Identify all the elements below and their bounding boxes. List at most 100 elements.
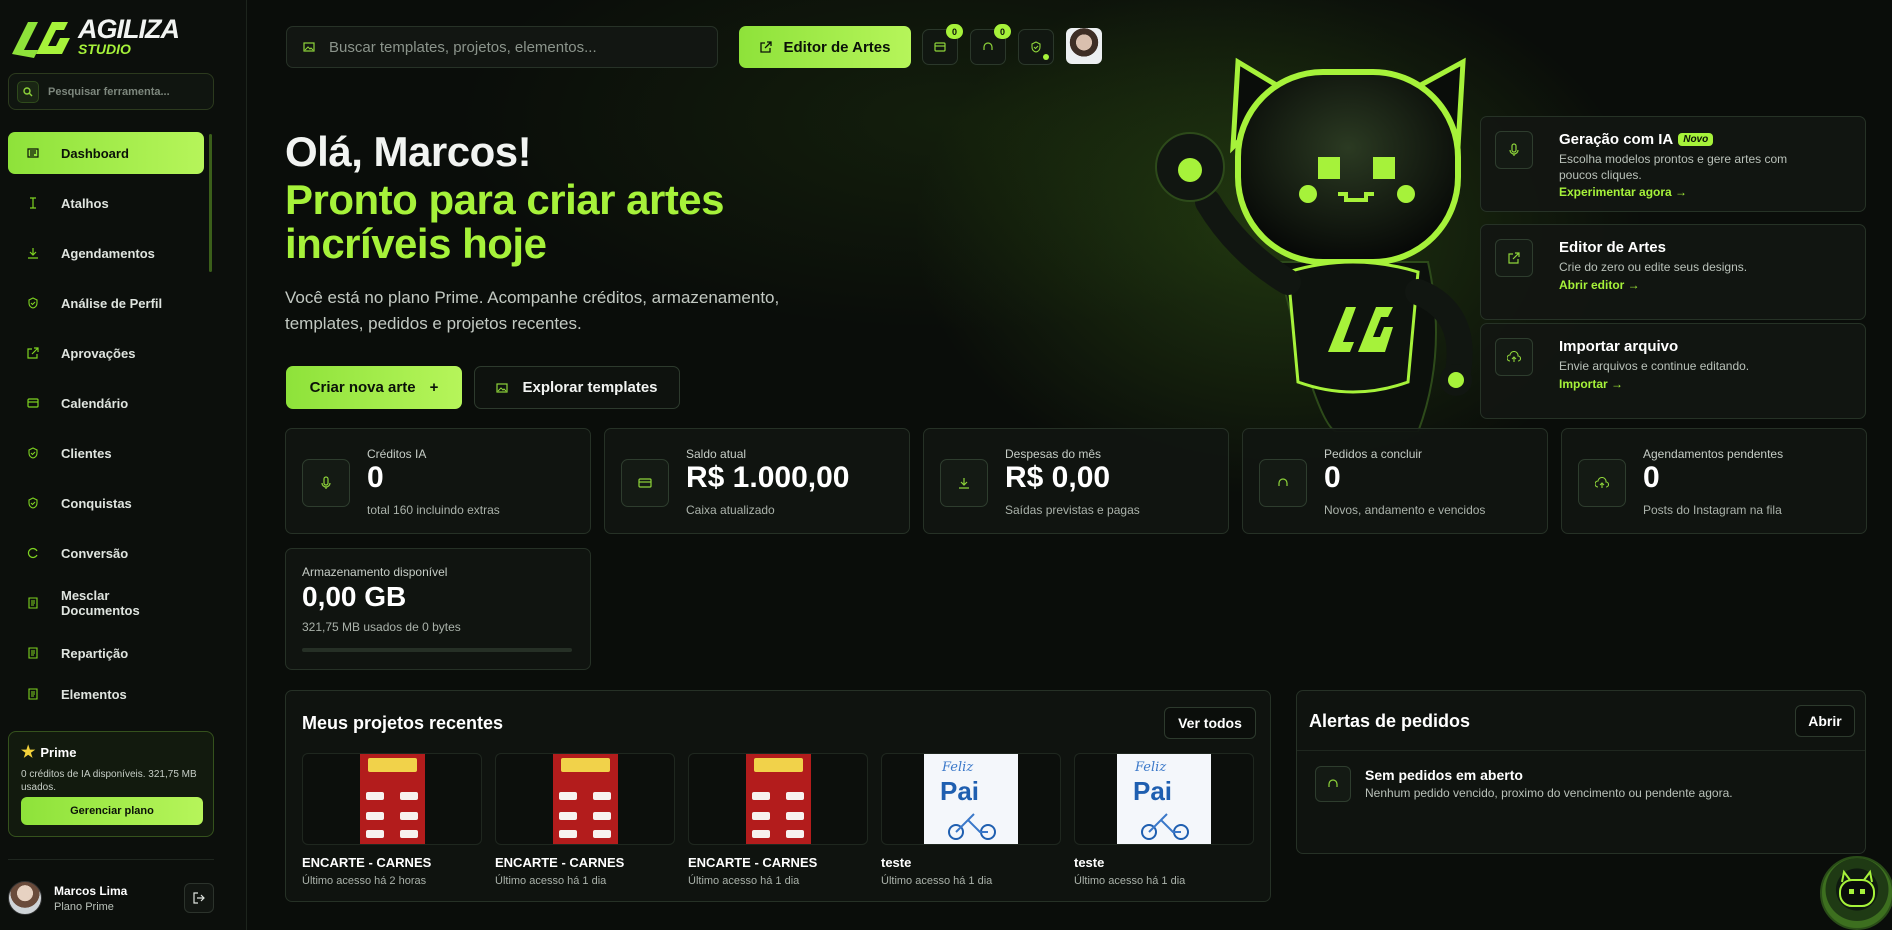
plan-card: ★ Prime 0 créditos de IA disponíveis. 321… <box>8 731 214 837</box>
project-thumbnail: Feliz Pai <box>881 753 1061 845</box>
stat-card-schedules: Agendamentos pendentes 0 Posts do Instag… <box>1561 428 1867 534</box>
stat-value: 0 <box>1324 461 1341 494</box>
wallet-button[interactable]: 0 <box>922 24 963 65</box>
upload-cloud-icon <box>1495 338 1533 376</box>
microphone-icon <box>302 459 350 507</box>
project-name: ENCARTE - CARNES <box>688 855 818 870</box>
sidebar-item-reparticao[interactable]: Repartição <box>8 632 204 674</box>
quick-action-title: Importar arquivo <box>1559 338 1679 355</box>
fathers-day-thumbnail: Feliz Pai <box>924 754 1018 844</box>
meat-flyer-thumbnail <box>553 754 618 844</box>
microphone-icon <box>1495 131 1533 169</box>
explore-templates-label: Explorar templates <box>522 379 658 396</box>
hero-subtitle: Você está no plano Prime. Acompanhe créd… <box>285 288 780 333</box>
sidebar-search-input[interactable]: Pesquisar ferramenta... <box>8 73 214 110</box>
sidebar-item-label: Agendamentos <box>61 245 155 261</box>
manage-plan-button[interactable]: Gerenciar plano <box>21 797 203 825</box>
stat-subtext: total 160 incluindo extras <box>367 503 500 517</box>
avatar <box>8 881 42 915</box>
stat-subtext: Saídas previstas e pagas <box>1005 503 1140 517</box>
card-icon <box>621 459 669 507</box>
sidebar-item-dashboard[interactable]: Dashboard <box>8 132 204 174</box>
sidebar-item-conquistas[interactable]: Conquistas <box>8 482 204 524</box>
quick-action-title: Editor de Artes <box>1559 239 1666 256</box>
sidebar-item-analise-perfil[interactable]: Análise de Perfil <box>8 282 204 324</box>
new-badge: Novo <box>1678 133 1714 146</box>
card-icon <box>934 41 946 53</box>
user-plan: Plano Prime <box>54 900 114 913</box>
brand-logo[interactable]: AGILIZA STUDIO <box>8 14 180 58</box>
open-editor-link[interactable]: Abrir editor → <box>1559 278 1640 292</box>
project-card[interactable]: Feliz Pai teste Último acesso há 1 dia <box>881 753 1061 887</box>
project-last-access: Último acesso há 1 dia <box>1074 875 1186 887</box>
headset-icon <box>1259 459 1307 507</box>
project-card[interactable]: ENCARTE - CARNES Último acesso há 1 dia <box>495 753 675 887</box>
editor-de-artes-button[interactable]: Editor de Artes <box>739 26 911 68</box>
project-name: ENCARTE - CARNES <box>302 855 432 870</box>
project-name: teste <box>1074 855 1105 870</box>
download-icon <box>940 459 988 507</box>
external-link-icon <box>25 345 41 361</box>
stat-card-balance: Saldo atual R$ 1.000,00 Caixa atualizado <box>604 428 910 534</box>
document-icon <box>25 595 41 611</box>
sidebar-item-label: Clientes <box>61 445 112 461</box>
plan-description: 0 créditos de IA disponíveis. 321,75 MB … <box>21 769 197 793</box>
global-search-input[interactable]: Buscar templates, projetos, elementos... <box>286 26 718 68</box>
project-card[interactable]: Feliz Pai teste Último acesso há 1 dia <box>1074 753 1254 887</box>
sidebar-item-clientes[interactable]: Clientes <box>8 432 204 474</box>
user-profile[interactable]: Marcos Lima Plano Prime <box>8 878 214 918</box>
project-thumbnail <box>688 753 868 845</box>
explore-templates-button[interactable]: Explorar templates <box>474 366 680 409</box>
sidebar-item-label: Conversão <box>61 545 129 561</box>
stat-label: Créditos IA <box>367 447 427 461</box>
stat-value: R$ 0,00 <box>1005 461 1111 494</box>
project-last-access: Último acesso há 1 dia <box>688 875 800 887</box>
quick-action-description: Crie do zero ou edite seus designs. <box>1559 260 1748 274</box>
sidebar-item-conversao[interactable]: Conversão <box>8 532 204 574</box>
try-now-link[interactable]: Experimentar agora → <box>1559 185 1687 199</box>
stat-subtext: Novos, andamento e vencidos <box>1324 503 1486 517</box>
sidebar-item-label: Repartição <box>61 645 129 661</box>
security-button[interactable] <box>1018 29 1054 65</box>
shield-icon <box>1030 41 1042 53</box>
project-card[interactable]: ENCARTE - CARNES Último acesso há 2 hora… <box>302 753 482 887</box>
sidebar-item-mesclar-documentos[interactable]: Mesclar Documentos <box>8 582 204 624</box>
sidebar-item-label: Conquistas <box>61 495 132 511</box>
user-name: Marcos Lima <box>54 883 128 898</box>
chatbot-launcher-button[interactable] <box>1820 856 1892 930</box>
create-art-label: Criar nova arte <box>309 379 416 396</box>
sidebar-item-atalhos[interactable]: Atalhos <box>8 182 204 224</box>
quick-action-import[interactable]: Importar arquivo Envie arquivos e contin… <box>1480 323 1866 419</box>
quick-action-editor[interactable]: Editor de Artes Crie do zero ou edite se… <box>1480 224 1866 320</box>
open-alerts-button[interactable]: Abrir <box>1795 705 1855 737</box>
view-all-button[interactable]: Ver todos <box>1164 707 1256 739</box>
dashboard-icon <box>25 145 41 161</box>
refresh-icon <box>25 545 41 561</box>
quick-action-ai-generation[interactable]: Geração com IA Novo Escolha modelos pront… <box>1480 116 1866 212</box>
create-art-button[interactable]: Criar nova arte + <box>286 366 462 409</box>
stat-label: Despesas do mês <box>1005 447 1102 461</box>
section-title: Alertas de pedidos <box>1309 711 1471 731</box>
order-alerts-panel: Alertas de pedidos Abrir Sem pedidos em … <box>1296 690 1866 854</box>
project-card[interactable]: ENCARTE - CARNES Último acesso há 1 dia <box>688 753 868 887</box>
logout-button[interactable] <box>184 883 214 913</box>
sidebar-item-aprovacoes[interactable]: Aprovações <box>8 332 204 374</box>
sidebar-item-calendario[interactable]: Calendário <box>8 382 204 424</box>
sidebar-item-label: Elementos <box>61 687 127 702</box>
sidebar: AGILIZA STUDIO Pesquisar ferramenta... D… <box>0 0 247 930</box>
search-icon <box>17 80 39 103</box>
sidebar-item-elementos[interactable]: Elementos <box>8 682 204 702</box>
document-icon <box>25 686 41 702</box>
stat-value: R$ 1.000,00 <box>686 461 850 494</box>
sidebar-search-placeholder: Pesquisar ferramenta... <box>48 85 170 98</box>
thumb-text: Pai <box>1133 776 1173 806</box>
import-link[interactable]: Importar → <box>1559 377 1623 391</box>
greeting: Olá, Marcos! <box>285 128 532 175</box>
project-name: ENCARTE - CARNES <box>495 855 625 870</box>
support-button[interactable]: 0 <box>970 24 1011 65</box>
thumb-text: Pai <box>940 776 980 806</box>
sidebar-scrollbar[interactable] <box>209 134 212 272</box>
section-title: Meus projetos recentes <box>302 713 504 733</box>
sidebar-item-agendamentos[interactable]: Agendamentos <box>8 232 204 274</box>
sidebar-item-label: Atalhos <box>61 195 109 211</box>
